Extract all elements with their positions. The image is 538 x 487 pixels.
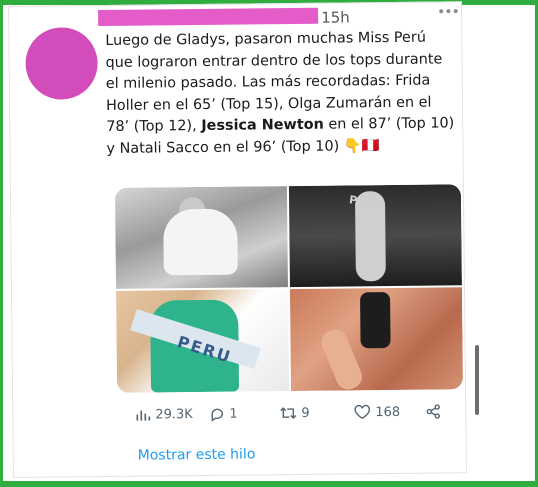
show-thread-link[interactable]: Mostrar este hilo <box>138 446 256 463</box>
tweet-text-bold: Jessica Newton <box>201 116 324 134</box>
media-grid[interactable]: PERU PERU <box>114 184 464 393</box>
share-icon <box>426 404 441 419</box>
photo-figure <box>317 325 366 393</box>
views-button[interactable]: 29.3K <box>135 404 193 425</box>
like-count: 168 <box>375 404 401 420</box>
views-icon <box>136 410 151 421</box>
tweet-card: 15h ••• Luego de Gladys, pasaron muchas … <box>8 1 467 478</box>
tweet-text: Luego de Gladys, pasaron muchas Miss Per… <box>105 27 458 160</box>
like-icon <box>354 404 370 420</box>
photo-swimsuit <box>163 208 238 276</box>
reply-button[interactable]: 1 <box>209 404 238 424</box>
share-button[interactable] <box>425 401 441 421</box>
retweet-icon <box>280 407 297 420</box>
photo-3[interactable]: PERU <box>115 289 290 393</box>
action-bar: 29.3K 1 9 168 <box>135 401 455 424</box>
green-frame-bottom <box>0 481 538 487</box>
green-frame-left <box>0 0 3 487</box>
reply-icon <box>211 408 223 422</box>
views-count: 29.3K <box>155 406 193 422</box>
more-icon[interactable]: ••• <box>437 4 459 20</box>
reply-count: 1 <box>229 406 238 422</box>
retweet-button[interactable]: 9 <box>279 403 310 423</box>
retweet-count: 9 <box>301 405 310 421</box>
photo-4[interactable] <box>289 287 464 393</box>
tweet-emoji: 👇🇵🇪 <box>343 137 380 154</box>
photo-swimsuit <box>360 292 391 349</box>
timestamp[interactable]: 15h <box>321 8 350 26</box>
avatar[interactable] <box>25 27 98 100</box>
photo-1[interactable] <box>114 186 288 289</box>
scrollbar[interactable] <box>475 345 479 415</box>
author-name-redacted <box>98 7 319 27</box>
photo-2[interactable]: PERU <box>288 184 462 288</box>
like-button[interactable]: 168 <box>353 402 400 422</box>
